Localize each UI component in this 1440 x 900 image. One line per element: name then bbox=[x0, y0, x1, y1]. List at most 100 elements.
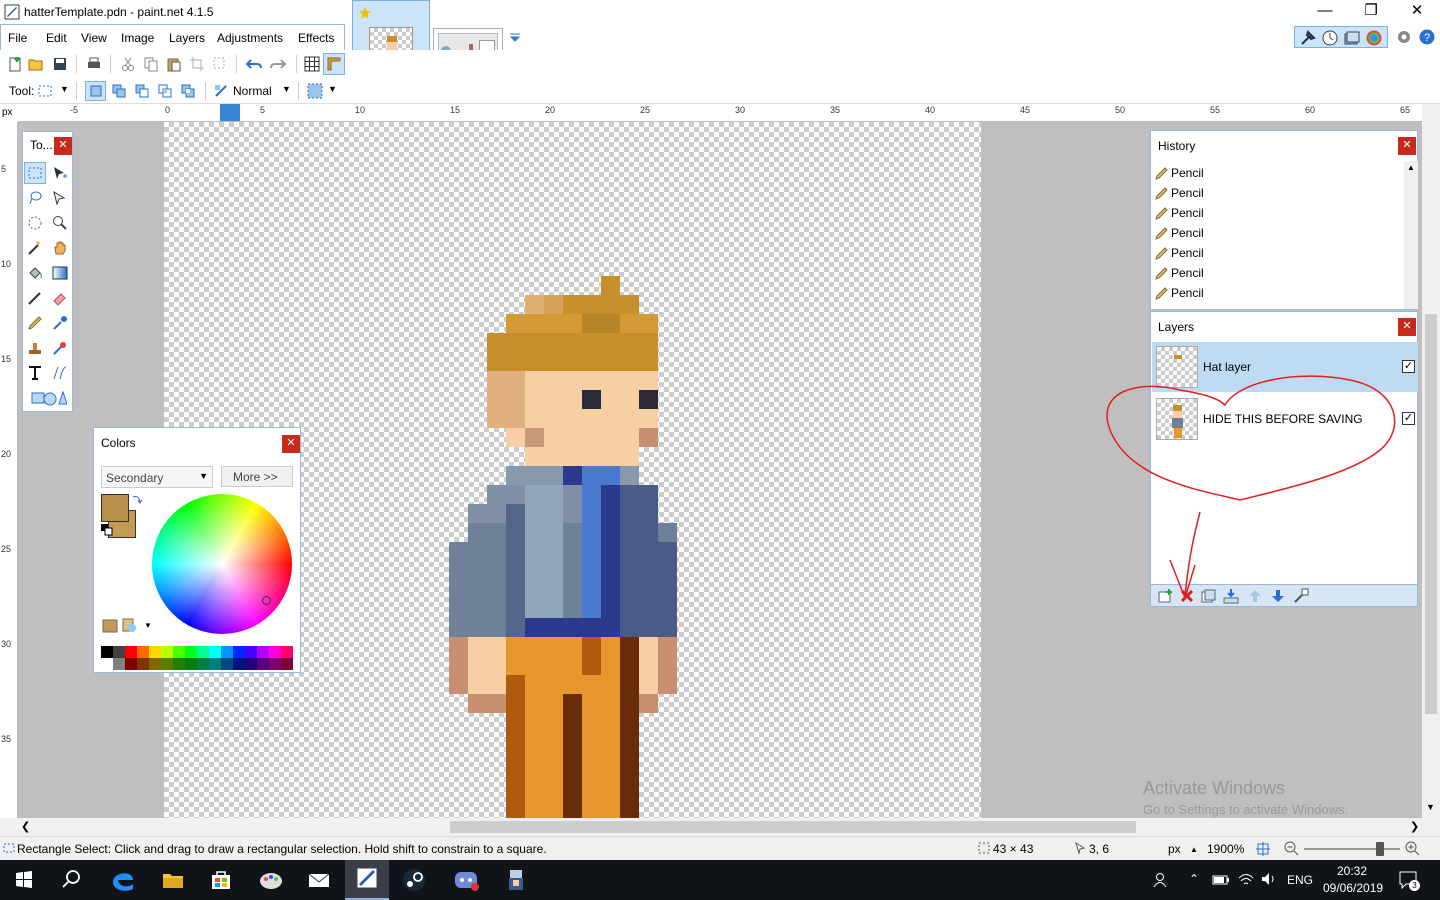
scroll-down-arrow[interactable]: ▼ bbox=[1426, 802, 1435, 812]
crop-to-selection-icon[interactable] bbox=[189, 56, 205, 72]
mail-icon[interactable] bbox=[303, 864, 335, 896]
colors-window-toggle-icon[interactable] bbox=[1365, 29, 1383, 47]
pencil-tool[interactable] bbox=[24, 312, 46, 334]
tools-window-toggle-icon[interactable] bbox=[1299, 29, 1317, 47]
battery-icon[interactable] bbox=[1212, 873, 1230, 887]
menu-adjustments[interactable]: Adjustments bbox=[217, 31, 283, 45]
file-explorer-icon[interactable] bbox=[157, 864, 189, 896]
vertical-scroll-thumb[interactable] bbox=[1425, 314, 1437, 714]
eraser-tool[interactable] bbox=[49, 287, 71, 309]
maximize-button[interactable]: ❐ bbox=[1348, 0, 1394, 24]
history-item[interactable]: Pencil bbox=[1153, 163, 1401, 183]
selection-exclude-icon[interactable] bbox=[135, 84, 149, 98]
horizontal-scroll-thumb[interactable] bbox=[450, 821, 1136, 833]
volume-icon[interactable] bbox=[1260, 871, 1278, 887]
zoom-to-window-icon[interactable] bbox=[1255, 841, 1271, 857]
selection-union-icon[interactable] bbox=[112, 84, 126, 98]
input-language[interactable]: ENG bbox=[1287, 873, 1313, 887]
history-window-toggle-icon[interactable] bbox=[1321, 29, 1339, 47]
undo-icon[interactable] bbox=[246, 56, 262, 72]
settings-gear-icon[interactable] bbox=[1396, 29, 1412, 45]
tools-panel-close-button[interactable]: ✕ bbox=[54, 137, 72, 155]
magic-wand-tool[interactable] bbox=[24, 237, 46, 259]
steam-icon[interactable] bbox=[398, 864, 430, 896]
selection-quality-icon[interactable] bbox=[214, 84, 228, 98]
paste-icon[interactable] bbox=[166, 56, 182, 72]
gradient-tool[interactable] bbox=[49, 262, 71, 284]
history-item[interactable]: Pencil bbox=[1153, 243, 1401, 263]
tray-expand-icon[interactable]: ⌃ bbox=[1189, 872, 1199, 886]
line-curve-tool[interactable] bbox=[49, 362, 71, 384]
blend-mode-select[interactable]: Normal bbox=[233, 84, 272, 98]
history-item[interactable]: Pencil bbox=[1153, 283, 1401, 303]
pan-tool[interactable] bbox=[49, 237, 71, 259]
tab-list-dropdown-icon[interactable] bbox=[509, 32, 521, 42]
blend-mode-dropdown-arrow[interactable]: ▼ bbox=[282, 84, 291, 94]
menu-effects[interactable]: Effects bbox=[298, 31, 334, 45]
tool-dropdown-arrow[interactable]: ▼ bbox=[60, 84, 69, 94]
color-mode-select[interactable]: Secondary ▼ bbox=[101, 466, 213, 488]
rectangle-select-tool[interactable] bbox=[24, 162, 46, 184]
taskbar-paintnet-active[interactable] bbox=[345, 860, 389, 900]
history-item[interactable]: Pencil bbox=[1153, 263, 1401, 283]
units-select[interactable]: px bbox=[1168, 842, 1181, 856]
primary-color-swatch[interactable] bbox=[101, 494, 129, 522]
ellipse-select-tool[interactable] bbox=[24, 212, 46, 234]
reset-colors-icon[interactable] bbox=[101, 524, 113, 536]
antialias-icon[interactable] bbox=[307, 83, 323, 99]
clone-stamp-tool[interactable] bbox=[24, 337, 46, 359]
palette-menu-icon[interactable] bbox=[122, 618, 138, 634]
history-item[interactable]: Pencil bbox=[1153, 203, 1401, 223]
rulers-toggle-button[interactable] bbox=[323, 53, 345, 75]
windows-start-icon[interactable] bbox=[8, 864, 40, 896]
more-colors-button[interactable]: More >> bbox=[221, 466, 293, 487]
scroll-up-arrow[interactable]: ▲ bbox=[1407, 163, 1415, 172]
clock-date[interactable]: 09/06/2019 bbox=[1323, 881, 1383, 895]
open-file-icon[interactable] bbox=[28, 56, 44, 72]
zoom-in-icon[interactable] bbox=[1405, 841, 1421, 857]
game-app-icon[interactable] bbox=[500, 864, 532, 896]
color-picker-tool[interactable] bbox=[49, 312, 71, 334]
recolor-tool[interactable] bbox=[49, 337, 71, 359]
copy-icon[interactable] bbox=[143, 56, 159, 72]
units-dropdown-arrow[interactable]: ▲ bbox=[1190, 845, 1198, 854]
wifi-icon[interactable] bbox=[1237, 871, 1255, 887]
history-scrollbar[interactable]: ▲ bbox=[1404, 161, 1418, 309]
new-image-icon[interactable] bbox=[7, 56, 23, 72]
edge-browser-icon[interactable] bbox=[107, 864, 139, 896]
people-icon[interactable] bbox=[1152, 872, 1170, 888]
action-center-button[interactable]: 3 bbox=[1398, 870, 1420, 891]
layers-window-toggle-icon[interactable] bbox=[1343, 29, 1361, 47]
move-selection-tool[interactable] bbox=[49, 187, 71, 209]
history-item[interactable]: Pencil bbox=[1153, 223, 1401, 243]
search-icon[interactable] bbox=[56, 864, 88, 896]
redo-icon[interactable] bbox=[270, 56, 286, 72]
palette-dropdown-arrow[interactable]: ▼ bbox=[144, 621, 152, 630]
horizontal-scrollbar[interactable]: ❮ ❯ bbox=[18, 818, 1422, 836]
menu-view[interactable]: View bbox=[81, 31, 107, 45]
swap-colors-icon[interactable] bbox=[132, 494, 142, 504]
selection-mode-replace[interactable] bbox=[85, 81, 106, 101]
deselect-icon[interactable] bbox=[212, 56, 228, 72]
layers-panel-close-button[interactable]: ✕ bbox=[1398, 318, 1416, 336]
lasso-select-tool[interactable] bbox=[24, 187, 46, 209]
close-window-button[interactable]: ✕ bbox=[1394, 0, 1440, 24]
history-panel-close-button[interactable]: ✕ bbox=[1398, 137, 1416, 155]
menu-edit[interactable]: Edit bbox=[46, 31, 67, 45]
cut-icon[interactable] bbox=[120, 56, 136, 72]
selection-xor-icon[interactable] bbox=[181, 84, 195, 98]
minimize-button[interactable]: — bbox=[1302, 0, 1348, 24]
paint-app-icon[interactable] bbox=[255, 864, 287, 896]
help-icon[interactable]: ? bbox=[1419, 29, 1435, 45]
text-tool[interactable] bbox=[24, 362, 46, 384]
zoom-level[interactable]: 1900% bbox=[1207, 842, 1244, 856]
history-item[interactable]: Pencil bbox=[1153, 183, 1401, 203]
zoom-slider[interactable] bbox=[1304, 842, 1400, 856]
menu-layers[interactable]: Layers bbox=[169, 31, 205, 45]
save-icon[interactable] bbox=[52, 56, 68, 72]
move-selected-tool[interactable] bbox=[49, 162, 71, 184]
scroll-left-arrow[interactable]: ❮ bbox=[21, 820, 30, 833]
menu-image[interactable]: Image bbox=[121, 31, 154, 45]
shapes-tool[interactable] bbox=[29, 387, 69, 409]
selection-intersect-icon[interactable] bbox=[158, 84, 172, 98]
